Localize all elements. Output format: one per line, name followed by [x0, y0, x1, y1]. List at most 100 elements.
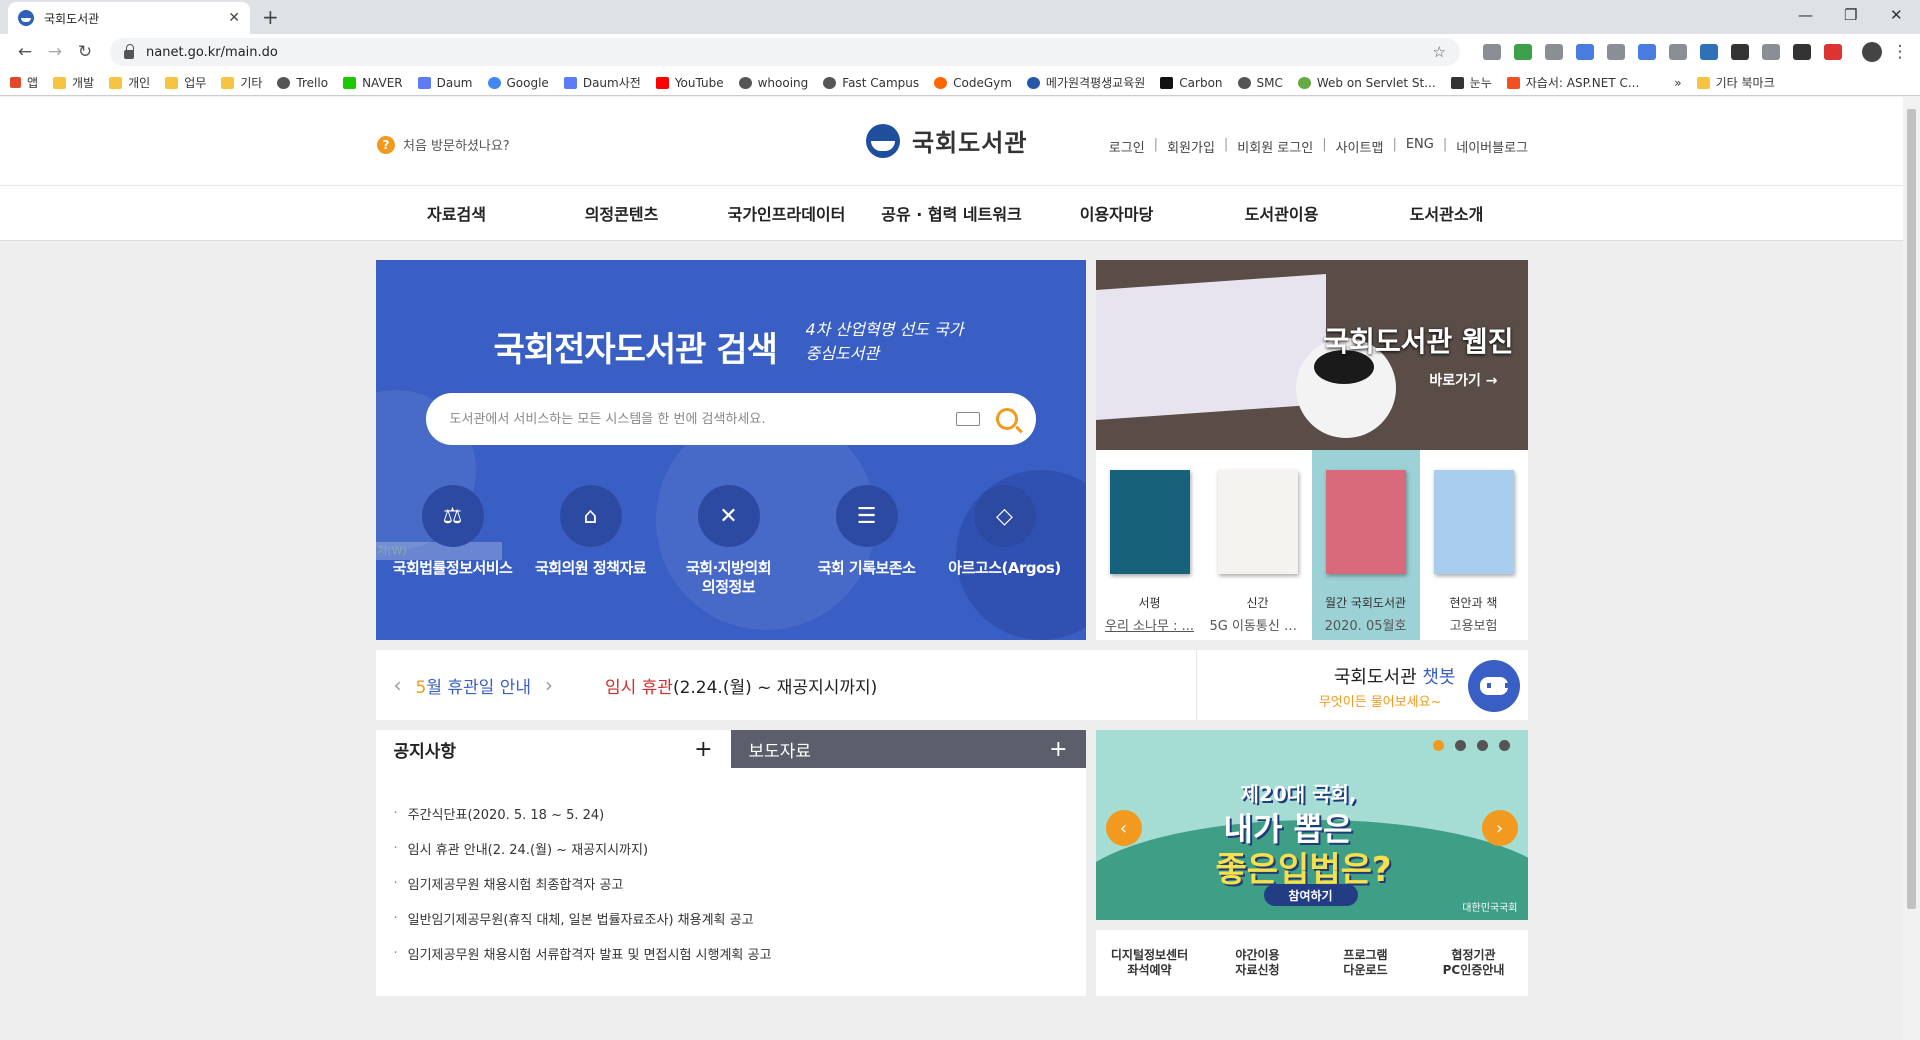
extension-icon[interactable] [1607, 44, 1625, 60]
tab-press[interactable]: 보도자료 + [730, 730, 1086, 768]
service-law-info[interactable]: ⚖ 국회법률정보서비스 [384, 485, 522, 597]
notice-item[interactable]: 임기제공무원 채용시험 서류합격자 발표 및 면접시험 시행계획 공고 [394, 936, 1068, 971]
nav-item-cooperation-network[interactable]: 공유 · 협력 네트워크 [869, 201, 1034, 225]
chevron-left-icon[interactable]: ‹ [1105, 810, 1142, 846]
extension-icon[interactable] [1638, 44, 1656, 60]
notice-item[interactable]: 임시 휴관 안내(2. 24.(월) ~ 재공지시까지) [394, 831, 1068, 866]
bookmark-link[interactable]: CodeGym [934, 76, 1012, 90]
bookmark-folder[interactable]: 개인 [109, 74, 150, 91]
bookmark-link[interactable]: YouTube [655, 76, 724, 90]
bookmark-link[interactable]: 메가원격평생교육원 [1026, 74, 1145, 91]
quicklink-pc-auth[interactable]: 협정기관 PC인증안내 [1420, 930, 1528, 996]
bookmark-link[interactable]: Daum사전 [563, 74, 641, 91]
bookmark-link[interactable]: whooing [738, 76, 808, 90]
pagination-dot[interactable] [1498, 740, 1510, 751]
prev-month-icon[interactable]: ‹ [394, 673, 402, 697]
extension-icon[interactable] [1514, 44, 1532, 60]
book-item-review[interactable]: 서평 우리 소나무 : ... [1096, 450, 1204, 640]
service-argos[interactable]: ◇ 아르고스(Argos) [936, 485, 1074, 597]
guest-login-link[interactable]: 비회원 로그인 [1237, 137, 1313, 156]
bookmark-link[interactable]: Carbon [1160, 76, 1223, 90]
extension-icon[interactable] [1483, 44, 1501, 60]
nav-item-search[interactable]: 자료검색 [374, 201, 539, 225]
forward-icon[interactable]: → [40, 42, 70, 62]
chatbot-widget[interactable]: 국회도서관 챗봇 무엇이든 물어보세요~ [1195, 650, 1528, 720]
sitemap-link[interactable]: 사이트맵 [1336, 137, 1384, 156]
quicklink-program-download[interactable]: 프로그램 다운로드 [1312, 930, 1420, 996]
scrollbar-thumb[interactable] [1907, 109, 1916, 909]
nav-item-legislative-content[interactable]: 의정콘텐츠 [539, 201, 704, 225]
reload-icon[interactable]: ↻ [70, 42, 100, 62]
robot-icon[interactable] [1467, 660, 1520, 712]
bookmark-folder[interactable]: 기타 [221, 74, 262, 91]
new-tab-icon[interactable]: + [262, 5, 279, 29]
extension-icon[interactable] [1700, 44, 1718, 60]
bookmark-link[interactable]: Web on Servlet St... [1297, 76, 1436, 90]
minimize-icon[interactable]: — [1798, 6, 1813, 24]
search-input[interactable] [449, 411, 956, 427]
close-window-icon[interactable]: ✕ [1890, 6, 1903, 24]
address-bar[interactable]: nanet.go.kr/main.do ☆ [110, 38, 1460, 66]
restore-icon[interactable]: ❐ [1844, 6, 1857, 24]
bookmark-link[interactable]: Google [487, 76, 549, 90]
more-plus-icon[interactable]: + [694, 737, 712, 762]
extension-icon[interactable] [1545, 44, 1563, 60]
quicklink-night-request[interactable]: 야간이용 자료신청 [1204, 930, 1312, 996]
webzine-banner[interactable]: 국회도서관 웹진 바로가기 → [1095, 260, 1528, 450]
bookmark-link[interactable]: Fast Campus [823, 76, 919, 90]
extension-icon[interactable] [1731, 44, 1749, 60]
extension-icon[interactable] [1793, 44, 1811, 60]
bookmark-apps[interactable]: 앱 [10, 74, 38, 91]
nav-item-about[interactable]: 도서관소개 [1364, 201, 1529, 225]
bookmark-link[interactable]: 자습서: ASP.NET C... [1506, 74, 1639, 91]
browser-tab[interactable]: 국회도서관 ✕ [8, 2, 250, 34]
lock-icon[interactable] [124, 43, 134, 59]
back-icon[interactable]: ← [10, 42, 40, 62]
nav-item-national-infra-data[interactable]: 국가인프라데이터 [704, 201, 869, 225]
site-logo[interactable]: 국회도서관 [866, 123, 1027, 158]
book-item-monthly[interactable]: 월간 국회도서관 2020. 05월호 [1311, 450, 1420, 640]
bookmark-folder[interactable]: 업무 [165, 74, 206, 91]
extension-icon[interactable] [1576, 44, 1594, 60]
more-plus-icon[interactable]: + [1049, 737, 1067, 762]
menu-icon[interactable]: ⋮ [1890, 42, 1910, 62]
pagination-dot[interactable] [1432, 740, 1444, 751]
pagination-dot[interactable] [1476, 740, 1488, 751]
nav-item-user-community[interactable]: 이용자마당 [1034, 201, 1199, 225]
book-item-issue[interactable]: 현안과 책 고용보험 [1420, 450, 1528, 640]
first-visit-link[interactable]: ? 처음 방문하셨나요? [377, 135, 510, 154]
signup-link[interactable]: 회원가입 [1167, 137, 1215, 156]
next-month-icon[interactable]: › [545, 673, 553, 697]
bookmark-link[interactable]: 눈누 [1450, 74, 1492, 91]
profile-avatar[interactable] [1862, 42, 1882, 62]
webzine-goto-link[interactable]: 바로가기 → [1429, 370, 1497, 390]
english-link[interactable]: ENG [1406, 137, 1434, 156]
service-member-policy[interactable]: ⌂ 국회의원 정책자료 [522, 485, 660, 597]
bookmark-link[interactable]: Trello [277, 76, 328, 90]
page-scrollbar[interactable] [1903, 97, 1920, 1040]
service-council-info[interactable]: ✕ 국회·지방의회 의정정보 [660, 485, 798, 597]
bookmark-link[interactable]: Daum [417, 76, 473, 90]
bookmarks-more-button[interactable]: » [1674, 76, 1681, 90]
notice-item[interactable]: 일반임기제공무원(휴직 대체, 일본 법률자료조사) 채용계획 공고 [394, 901, 1068, 936]
service-archives[interactable]: ☰ 국회 기록보존소 [798, 485, 936, 597]
extension-icon[interactable] [1669, 44, 1687, 60]
extension-icon[interactable] [1762, 44, 1780, 60]
pagination-dot[interactable] [1454, 740, 1466, 751]
bookmark-folder[interactable]: 개발 [53, 74, 94, 91]
notice-item[interactable]: 임기제공무원 채용시험 최종합격자 공고 [394, 866, 1068, 901]
login-link[interactable]: 로그인 [1109, 137, 1145, 156]
bookmark-star-icon[interactable]: ☆ [1433, 43, 1446, 61]
tab-notice[interactable]: 공지사항 + [375, 730, 731, 768]
quicklink-seat-reservation[interactable]: 디지털정보센터 좌석예약 [1096, 930, 1204, 996]
participate-button[interactable]: 참여하기 [1263, 884, 1358, 906]
bookmark-link[interactable]: NAVER [343, 76, 403, 90]
extension-icon[interactable] [1824, 44, 1842, 60]
close-tab-icon[interactable]: ✕ [228, 10, 240, 26]
nav-item-library-use[interactable]: 도서관이용 [1199, 201, 1364, 225]
book-item-new[interactable]: 신간 5G 이동통신 비... [1204, 450, 1312, 640]
search-icon[interactable] [995, 408, 1018, 430]
bookmark-link[interactable]: SMC [1237, 76, 1283, 90]
keyboard-icon[interactable] [955, 412, 980, 426]
promo-banner[interactable]: 제20대 국회, 내가 뽑은 좋은입법은? 참여하기 ‹ › 대한민국국회 [1095, 730, 1528, 920]
